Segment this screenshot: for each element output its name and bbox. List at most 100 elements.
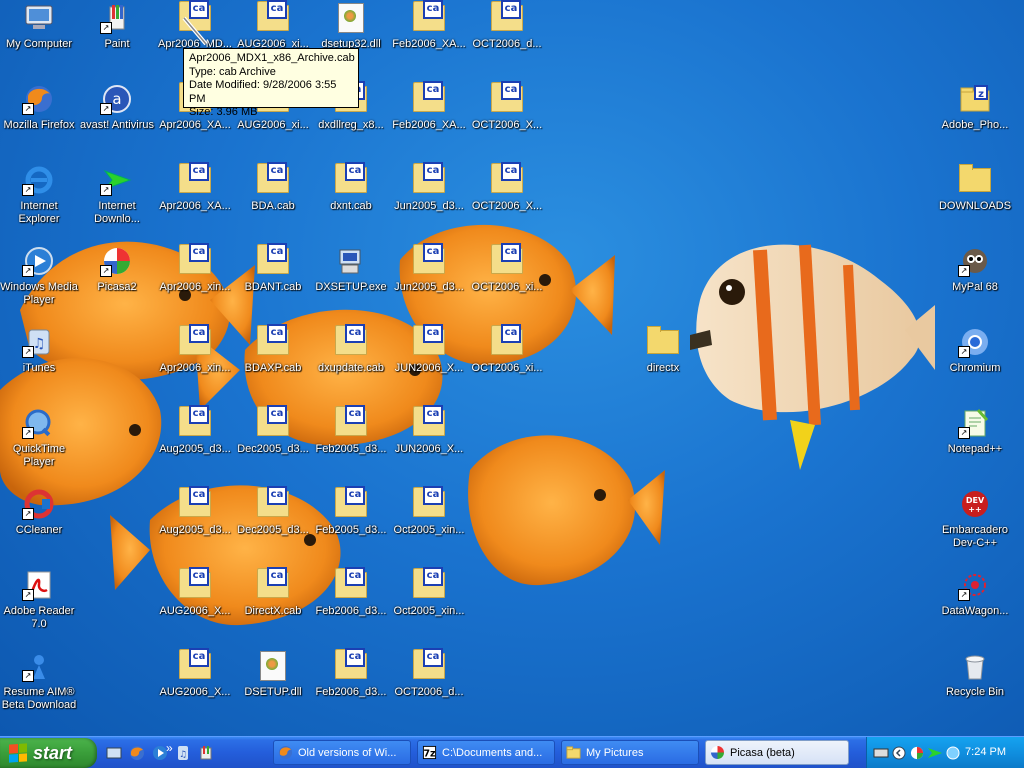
desktop-icon-internet-explorer[interactable]: ↗ Internet Explorer: [0, 162, 78, 238]
cab-archive-icon: ca: [335, 324, 367, 355]
icon-label: Feb2005_d3...: [315, 524, 387, 536]
shortcut-arrow-icon: ↗: [100, 184, 112, 196]
desktop-file[interactable]: ca dxupdate.cab: [312, 324, 390, 400]
desktop-file[interactable]: ca OCT2006_d...: [390, 648, 468, 724]
desktop-icon-chromium[interactable]: ↗ Chromium: [936, 324, 1014, 400]
desktop-file[interactable]: ca dxnt.cab: [312, 162, 390, 238]
desktop-file[interactable]: ca BDA.cab: [234, 162, 312, 238]
desktop-icon-windows-media-player[interactable]: ↗ Windows Media Player: [0, 243, 78, 319]
quicklaunch-itunes-icon[interactable]: ♫: [173, 743, 193, 763]
cab-archive-icon: ca: [413, 162, 445, 193]
desktop-folder-directx[interactable]: directx: [624, 324, 702, 400]
cab-archive-icon: ca: [257, 162, 289, 193]
download-manager-tray-icon[interactable]: [927, 745, 943, 761]
desktop-icon-firefox[interactable]: ↗ Mozilla Firefox: [0, 81, 78, 157]
svg-text:z: z: [978, 89, 984, 100]
desktop-icon-dev-cpp[interactable]: DEV ++ Embarcadero Dev-C++: [936, 486, 1014, 562]
tray-expand-icon[interactable]: [891, 745, 907, 761]
desktop-file[interactable]: ca Feb2006_d3...: [312, 567, 390, 643]
icon-label: Feb2006_XA...: [392, 38, 466, 50]
desktop-icon-adobe-photoshop-zip[interactable]: z Adobe_Pho...: [936, 81, 1014, 157]
desktop-file[interactable]: ca Oct2005_xin...: [390, 486, 468, 562]
dll-file-icon: [338, 3, 364, 33]
desktop-file[interactable]: ca OCT2006_d...: [468, 0, 546, 76]
desktop[interactable]: My Computer ↗ Paint ↗ Mozilla Firefox a ↗…: [0, 0, 1024, 736]
desktop-file[interactable]: ca OCT2006_xi...: [468, 243, 546, 319]
desktop-file[interactable]: ca Feb2005_d3...: [312, 486, 390, 562]
recycle-bin-icon: [965, 655, 985, 680]
desktop-icon-internet-download-manager[interactable]: ↗ Internet Downlo...: [78, 162, 156, 238]
desktop-file[interactable]: ca BDANT.cab: [234, 243, 312, 319]
desktop-file[interactable]: ca Apr2006_XA...: [156, 162, 234, 238]
desktop-icon-mypal[interactable]: ↗ MyPal 68: [936, 243, 1014, 319]
icon-label: OCT2006_xi...: [471, 281, 543, 293]
desktop-file[interactable]: ca Apr2006_xin...: [156, 243, 234, 319]
desktop-icon-ccleaner[interactable]: ↗ CCleaner: [0, 486, 78, 562]
desktop-file[interactable]: ca Feb2005_d3...: [312, 405, 390, 481]
icon-label: Windows Media Player: [0, 281, 78, 306]
desktop-icon-datawagon[interactable]: ↗ DataWagon...: [936, 567, 1014, 643]
start-button[interactable]: start: [0, 738, 97, 768]
cab-archive-icon: ca: [179, 324, 211, 355]
cab-archive-icon: ca: [335, 405, 367, 436]
desktop-file[interactable]: ca AUG2006_X...: [156, 567, 234, 643]
icon-label: avast! Antivirus: [80, 119, 154, 131]
cab-archive-icon: ca: [257, 486, 289, 517]
shortcut-arrow-icon: ↗: [100, 265, 112, 277]
desktop-icon-quicktime[interactable]: ↗ QuickTime Player: [0, 405, 78, 481]
windows-logo-icon: [9, 743, 27, 763]
desktop-icon-downloads-folder[interactable]: DOWNLOADS: [936, 162, 1014, 238]
desktop-file[interactable]: DXSETUP.exe: [312, 243, 390, 319]
desktop-icon-recycle-bin[interactable]: Recycle Bin: [936, 648, 1014, 724]
picasa-tray-icon[interactable]: [909, 745, 925, 761]
taskbar-button-picasa[interactable]: Picasa (beta): [705, 740, 849, 765]
taskbar-button-firefox[interactable]: Old versions of Wi...: [273, 740, 411, 765]
clock[interactable]: 7:24 PM: [965, 746, 1006, 758]
desktop-file[interactable]: ca JUN2006_X...: [390, 405, 468, 481]
desktop-file[interactable]: ca DirectX.cab: [234, 567, 312, 643]
desktop-file[interactable]: ca OCT2006_xi...: [468, 324, 546, 400]
desktop-file[interactable]: ca AUG2006_X...: [156, 648, 234, 724]
desktop-file[interactable]: ca Feb2006_d3...: [312, 648, 390, 724]
desktop-file[interactable]: ca Feb2006_XA...: [390, 81, 468, 157]
icon-label: DXSETUP.exe: [315, 281, 387, 293]
cab-archive-icon: ca: [179, 567, 211, 598]
desktop-icon-picasa[interactable]: ↗ Picasa2: [78, 243, 156, 319]
desktop-icon-notepad-plus-plus[interactable]: ↗ Notepad++: [936, 405, 1014, 481]
icon-label: Dec2005_d3...: [237, 443, 309, 455]
network-tray-icon[interactable]: [945, 745, 961, 761]
desktop-file[interactable]: ca OCT2006_X...: [468, 162, 546, 238]
desktop-file[interactable]: ca Apr2006_xin...: [156, 324, 234, 400]
quicklaunch-more-button[interactable]: »: [166, 741, 173, 755]
desktop-icon-paint[interactable]: ↗ Paint: [78, 0, 156, 76]
icon-label: DOWNLOADS: [938, 200, 1012, 212]
icon-label: Feb2005_d3...: [315, 443, 387, 455]
taskbar-button-my-pictures[interactable]: My Pictures: [561, 740, 699, 765]
desktop-icon-my-computer[interactable]: My Computer: [0, 0, 78, 76]
folder-icon: [647, 326, 679, 354]
quicklaunch-desktop-icon[interactable]: [104, 743, 124, 763]
desktop-file[interactable]: ca BDAXP.cab: [234, 324, 312, 400]
desktop-icon-itunes[interactable]: ♫ ↗ iTunes: [0, 324, 78, 400]
desktop-icon-avast[interactable]: a ↗ avast! Antivirus: [78, 81, 156, 157]
desktop-icon-adobe-reader[interactable]: ↗ Adobe Reader 7.0: [0, 567, 78, 643]
cab-archive-icon: ca: [257, 324, 289, 355]
desktop-file[interactable]: ca Oct2005_xin...: [390, 567, 468, 643]
keyboard-icon[interactable]: [873, 745, 889, 761]
desktop-icon-aim[interactable]: ↗ Resume AIM® Beta Download: [0, 648, 78, 724]
taskbar-button-7zip[interactable]: 7z C:\Documents and...: [417, 740, 555, 765]
desktop-file[interactable]: ca OCT2006_X...: [468, 81, 546, 157]
desktop-file[interactable]: ca Aug2005_d3...: [156, 486, 234, 562]
desktop-file[interactable]: ca Aug2005_d3...: [156, 405, 234, 481]
quicklaunch-paint-icon[interactable]: [196, 743, 216, 763]
desktop-file[interactable]: ca Dec2005_d3...: [234, 486, 312, 562]
shortcut-arrow-icon: ↗: [22, 427, 34, 439]
quicklaunch-firefox-icon[interactable]: [127, 743, 147, 763]
cab-archive-icon: ca: [491, 81, 523, 112]
desktop-file[interactable]: ca Dec2005_d3...: [234, 405, 312, 481]
desktop-file[interactable]: DSETUP.dll: [234, 648, 312, 724]
desktop-file[interactable]: ca Jun2005_d3...: [390, 243, 468, 319]
desktop-file[interactable]: ca JUN2006_X...: [390, 324, 468, 400]
desktop-file[interactable]: ca Jun2005_d3...: [390, 162, 468, 238]
desktop-file[interactable]: ca Feb2006_XA...: [390, 0, 468, 76]
